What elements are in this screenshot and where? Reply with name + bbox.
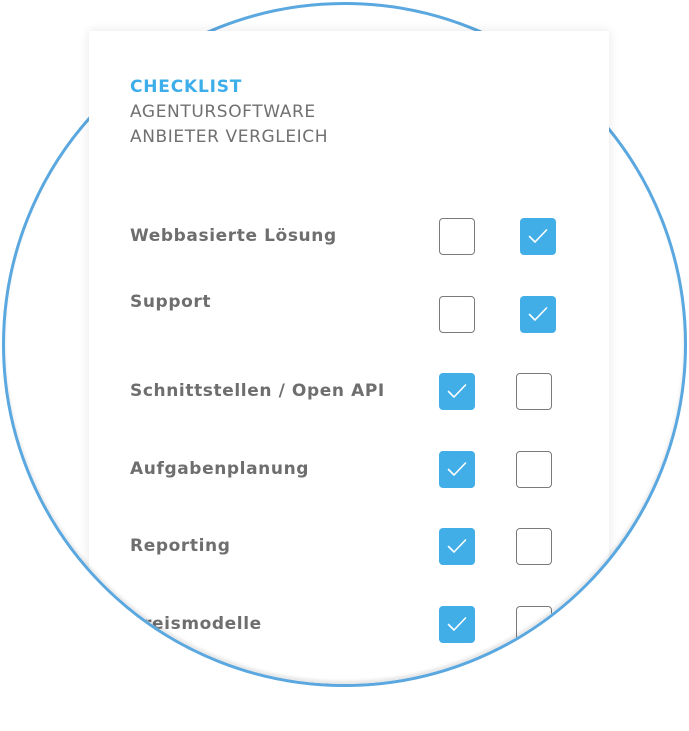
checkbox-provider-1[interactable] bbox=[439, 296, 475, 333]
checkmark-icon bbox=[447, 383, 467, 399]
title-kicker: CHECKLIST bbox=[130, 77, 243, 97]
checkbox-provider-1[interactable] bbox=[439, 451, 475, 488]
checkbox-provider-2[interactable] bbox=[520, 218, 556, 255]
checklist-row: Preismodelle bbox=[130, 606, 570, 646]
checklist-title: CHECKLIST AGENTURSOFTWARE ANBIETER VERGL… bbox=[130, 75, 328, 150]
checkbox-provider-2[interactable] bbox=[520, 296, 556, 333]
checkbox-provider-2[interactable] bbox=[516, 528, 552, 565]
checkmark-icon bbox=[447, 538, 467, 554]
checklist-row: Schnittstellen / Open API bbox=[130, 373, 570, 413]
checkbox-provider-1[interactable] bbox=[439, 373, 475, 410]
checkbox-provider-1[interactable] bbox=[439, 606, 475, 643]
row-label: Aufgabenplanung bbox=[130, 459, 310, 479]
row-label: Webbasierte Lösung bbox=[130, 226, 337, 246]
checkbox-provider-2[interactable] bbox=[516, 373, 552, 410]
title-line-2: ANBIETER VERGLEICH bbox=[130, 127, 329, 147]
checkmark-icon bbox=[528, 228, 548, 244]
checklist-card: CHECKLIST AGENTURSOFTWARE ANBIETER VERGL… bbox=[89, 31, 609, 731]
checklist-row: Reporting bbox=[130, 528, 570, 568]
checkmark-icon bbox=[528, 306, 548, 322]
checkmark-icon bbox=[447, 616, 467, 632]
checkbox-provider-1[interactable] bbox=[439, 528, 475, 565]
checklist-row: Support bbox=[130, 296, 570, 336]
checkmark-icon bbox=[447, 461, 467, 477]
checklist-row: Aufgabenplanung bbox=[130, 451, 570, 491]
title-line-1: AGENTURSOFTWARE bbox=[130, 102, 316, 122]
row-label: Support bbox=[130, 292, 212, 312]
row-label: Reporting bbox=[130, 536, 231, 556]
checklist-row: Webbasierte Lösung bbox=[130, 218, 570, 258]
card-clip-region: CHECKLIST AGENTURSOFTWARE ANBIETER VERGL… bbox=[0, 0, 689, 703]
row-label: Schnittstellen / Open API bbox=[130, 381, 385, 401]
checkbox-provider-2[interactable] bbox=[516, 451, 552, 488]
checkbox-provider-1[interactable] bbox=[439, 218, 475, 255]
